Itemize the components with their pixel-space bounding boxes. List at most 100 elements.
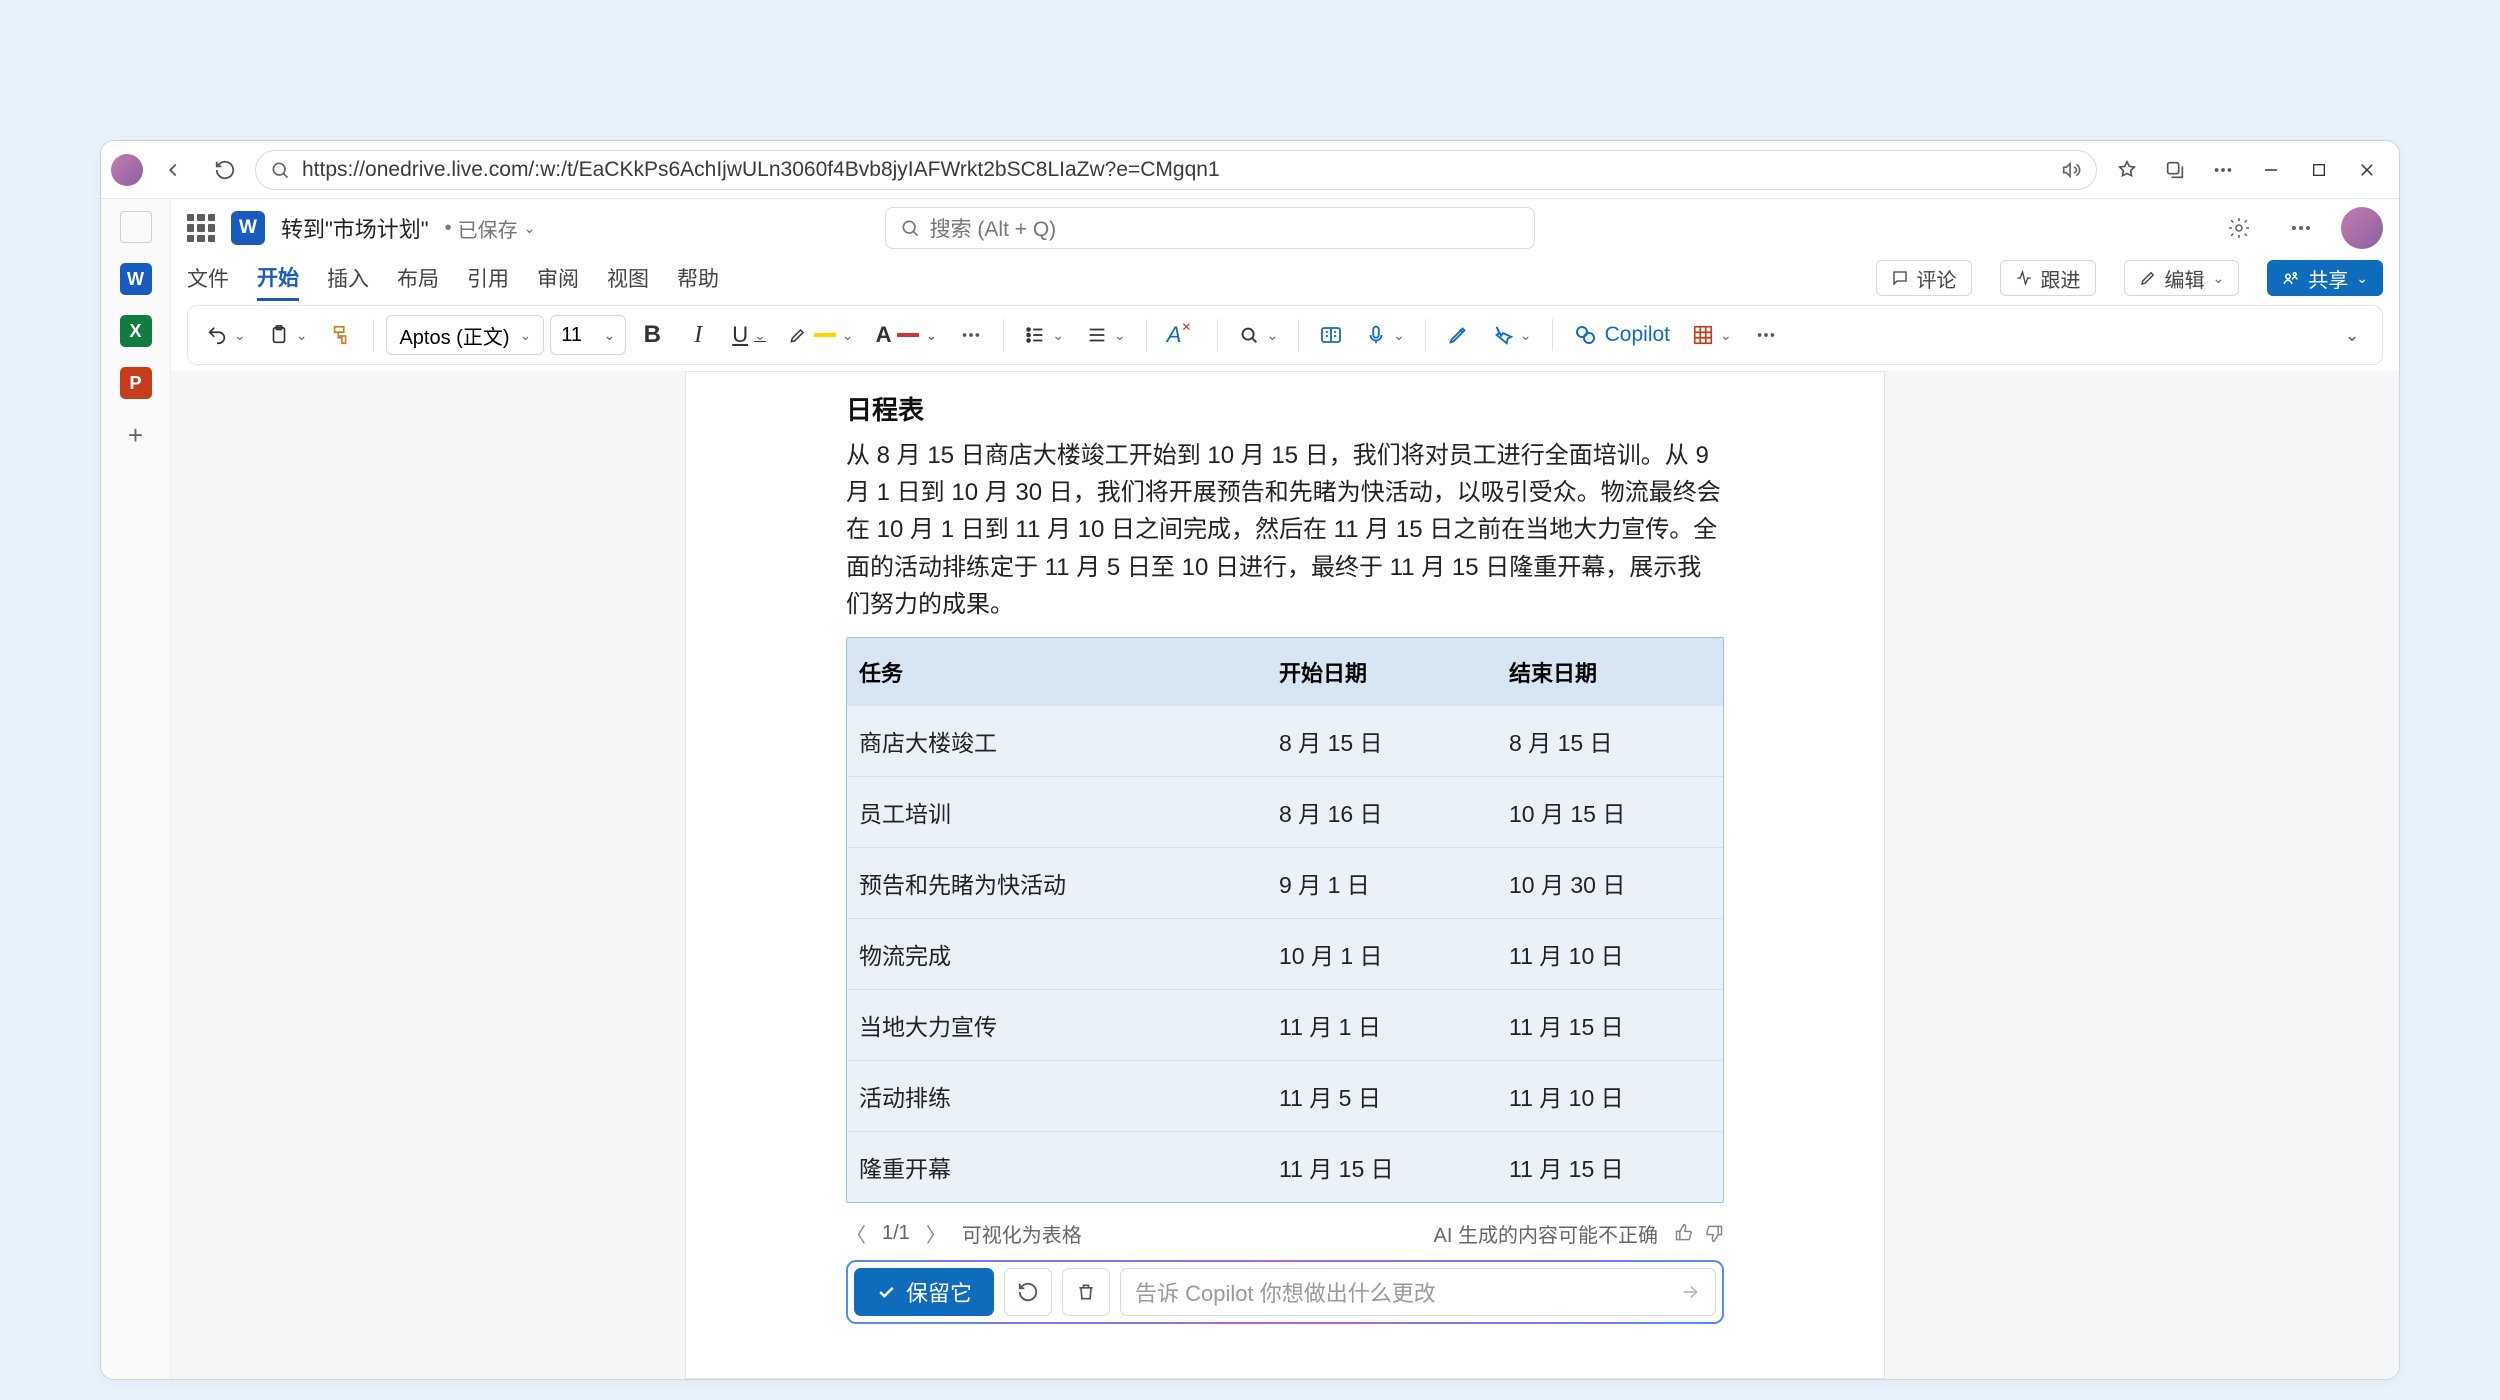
undo-button[interactable]: ⌄ [198,315,254,355]
refresh-button[interactable] [203,150,247,190]
trash-icon [1076,1282,1096,1302]
menu-file[interactable]: 文件 [187,257,229,299]
bold-button[interactable]: B [632,315,672,355]
menu-insert[interactable]: 插入 [327,257,369,299]
editor-icon[interactable] [1438,315,1478,355]
more-font-icon[interactable] [951,315,991,355]
italic-button[interactable]: I [678,315,718,355]
url-text: https://onedrive.live.com/:w:/t/EaCKkPs6… [302,158,2048,182]
rail-powerpoint[interactable]: P [118,365,154,401]
copilot-result-meta: 〈 1/1 〉 可视化为表格 AI 生成的内容可能不正确 [846,1219,1724,1248]
browser-toolbar: https://onedrive.live.com/:w:/t/EaCKkPs6… [101,141,2399,199]
dictate-button[interactable]: ⌄ [1357,315,1413,355]
font-color-button[interactable]: A⌄ [868,315,946,355]
col-header-start: 开始日期 [1267,638,1497,706]
menu-help[interactable]: 帮助 [677,257,719,299]
font-size-select[interactable]: 11⌄ [550,315,626,355]
search-placeholder: 搜索 (Alt + Q) [930,213,1057,243]
back-button[interactable] [151,150,195,190]
refresh-icon [1017,1281,1039,1303]
section-heading: 日程表 [846,390,1724,427]
table-row: 隆重开幕11 月 15 日11 月 15 日 [847,1131,1723,1202]
app-launcher-icon[interactable] [187,214,215,242]
collections-icon[interactable] [2153,150,2197,190]
check-icon [876,1282,896,1302]
font-family-select[interactable]: Aptos (正文)⌄ [386,315,544,355]
share-button[interactable]: 共享⌄ [2267,260,2383,296]
immersive-reader-icon[interactable] [1311,315,1351,355]
close-button[interactable] [2345,150,2389,190]
highlight-button[interactable]: ⌄ [780,315,862,355]
next-result-icon[interactable]: 〉 [926,1219,946,1248]
search-input[interactable]: 搜索 (Alt + Q) [885,207,1535,249]
underline-button[interactable]: U⌄ [724,315,774,355]
col-header-task: 任务 [847,638,1267,706]
comments-button[interactable]: 评论 [1876,260,1972,296]
body-paragraph: 从 8 月 15 日商店大楼竣工开始到 10 月 15 日，我们将对员工进行全面… [846,437,1724,623]
edit-mode-button[interactable]: 编辑⌄ [2124,260,2240,296]
profile-avatar[interactable] [111,154,143,186]
favorites-icon[interactable] [2105,150,2149,190]
table-row: 当地大力宣传11 月 1 日11 月 15 日 [847,989,1723,1060]
menu-layout[interactable]: 布局 [397,257,439,299]
save-status[interactable]: • 已保存 ⌄ [445,214,536,243]
document-page[interactable]: 日程表 从 8 月 15 日商店大楼竣工开始到 10 月 15 日，我们将对员工… [685,371,1885,1379]
browser-menu-icon[interactable] [2201,150,2245,190]
document-title[interactable]: 转到"市场计划" [281,212,429,244]
menu-references[interactable]: 引用 [467,257,509,299]
align-button[interactable]: ⌄ [1078,315,1134,355]
menu-bar: 文件 开始 插入 布局 引用 审阅 视图 帮助 评论 跟进 [171,257,2399,299]
rail-word[interactable]: W [118,261,154,297]
table-row: 商店大楼竣工8 月 15 日8 月 15 日 [847,706,1723,776]
bullets-button[interactable]: ⌄ [1016,315,1072,355]
rail-add[interactable]: + [118,417,154,453]
result-counter: 1/1 [882,1222,910,1245]
document-canvas: 日程表 从 8 月 15 日商店大楼竣工开始到 10 月 15 日，我们将对员工… [171,371,2399,1379]
rail-tab-generic[interactable] [118,209,154,245]
table-header-row: 任务 开始日期 结束日期 [847,638,1723,706]
copilot-icon [1573,323,1597,347]
menu-home[interactable]: 开始 [257,256,299,301]
discard-button[interactable] [1062,1268,1110,1316]
side-rail: W X P + [101,199,171,1379]
thumbs-up-icon[interactable] [1674,1223,1694,1243]
menu-view[interactable]: 视图 [607,257,649,299]
word-logo-icon: W [231,211,265,245]
table-row: 活动排练11 月 5 日11 月 10 日 [847,1060,1723,1131]
prev-result-icon[interactable]: 〈 [846,1219,866,1248]
ai-disclaimer: AI 生成的内容可能不正确 [1434,1219,1658,1248]
address-bar[interactable]: https://onedrive.live.com/:w:/t/EaCKkPs6… [255,150,2097,190]
ribbon: ⌄ ⌄ Aptos (正文)⌄ 11⌄ B I U⌄ ⌄ A⌄ ⌄ ⌄ A✕ ⌄ [187,305,2383,365]
more-icon[interactable] [2279,208,2323,248]
ribbon-collapse-icon[interactable]: ⌄ [2332,315,2372,355]
thumbs-down-icon[interactable] [1704,1223,1724,1243]
regenerate-button[interactable] [1004,1268,1052,1316]
table-row: 预告和先睹为快活动9 月 1 日10 月 30 日 [847,847,1723,918]
clear-format-button[interactable]: A✕ [1159,315,1206,355]
copilot-prompt-bar: 保留它 告诉 Copilot 你想做出什么更改 [846,1260,1724,1324]
title-bar: W 转到"市场计划" • 已保存 ⌄ 搜索 (Alt + Q) [171,199,2399,257]
copilot-placeholder: 告诉 Copilot 你想做出什么更改 [1135,1276,1436,1308]
minimize-button[interactable] [2249,150,2293,190]
user-avatar[interactable] [2341,207,2383,249]
paste-button[interactable]: ⌄ [260,315,316,355]
find-button[interactable]: ⌄ [1230,315,1286,355]
catchup-button[interactable]: 跟进 [2000,260,2096,296]
send-icon[interactable] [1679,1281,1701,1303]
search-icon [900,218,920,238]
ribbon-more-icon[interactable] [1746,315,1786,355]
maximize-button[interactable] [2297,150,2341,190]
table-row: 物流完成10 月 1 日11 月 10 日 [847,918,1723,989]
read-aloud-icon[interactable] [2060,159,2082,181]
designer-button[interactable]: ⌄ [1484,315,1540,355]
copilot-input[interactable]: 告诉 Copilot 你想做出什么更改 [1120,1268,1716,1316]
copilot-button[interactable]: Copilot [1565,315,1678,355]
table-row: 员工培训8 月 16 日10 月 15 日 [847,776,1723,847]
rail-excel[interactable]: X [118,313,154,349]
menu-review[interactable]: 审阅 [537,257,579,299]
table-style-button[interactable]: ⌄ [1684,315,1740,355]
search-icon [270,160,290,180]
keep-button[interactable]: 保留它 [854,1268,994,1316]
format-painter-button[interactable] [321,315,361,355]
settings-icon[interactable] [2217,208,2261,248]
